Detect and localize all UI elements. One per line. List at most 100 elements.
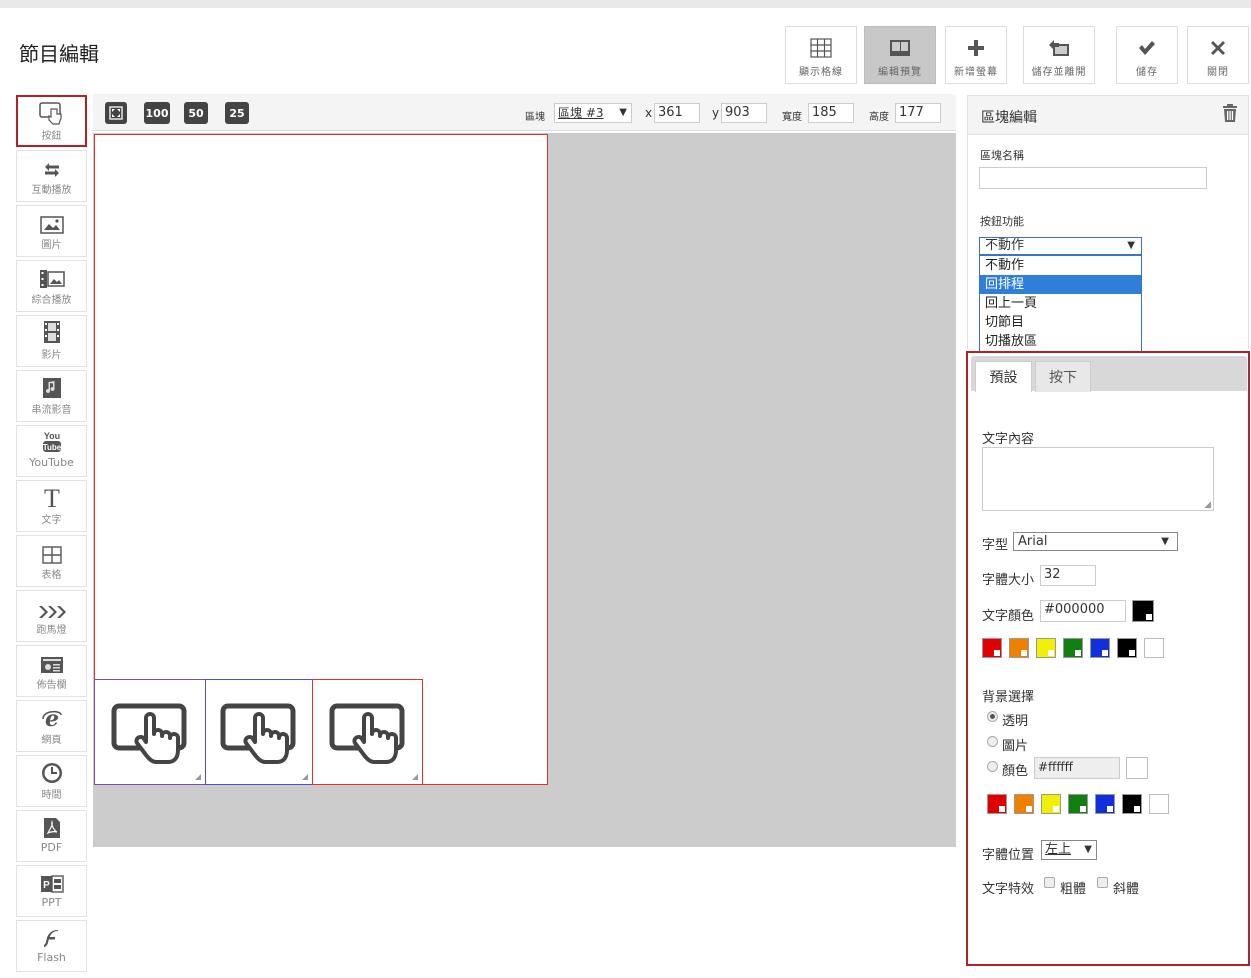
- resize-handle[interactable]: [302, 774, 308, 780]
- y-input[interactable]: 903: [721, 103, 767, 123]
- function-option[interactable]: 不動作: [980, 256, 1141, 275]
- italic-checkbox[interactable]: [1097, 877, 1108, 888]
- bg-swatch-yellow[interactable]: [1041, 794, 1061, 814]
- block-name-input[interactable]: [979, 167, 1207, 189]
- sidebar-item-youtube[interactable]: You Tube YouTube: [16, 425, 87, 477]
- bg-swatch-white[interactable]: [1149, 794, 1169, 814]
- sidebar-item-label: 綜合播放: [31, 295, 72, 306]
- bold-checkbox[interactable]: [1044, 877, 1055, 888]
- button-touch-icon: [111, 703, 187, 764]
- resize-handle[interactable]: [412, 774, 418, 780]
- text-swatch-orange[interactable]: [1009, 638, 1029, 658]
- chevron-down-icon: ▼: [1084, 844, 1092, 855]
- bg-image-radio[interactable]: [987, 736, 998, 747]
- bg-transparent-label: 透明: [1002, 714, 1029, 729]
- text-swatch-yellow[interactable]: [1036, 638, 1056, 658]
- height-input[interactable]: 177: [895, 103, 941, 123]
- close-button[interactable]: 關閉: [1187, 26, 1249, 84]
- block-select[interactable]: 區塊 #3 ▼: [554, 103, 632, 123]
- svg-text:You: You: [43, 431, 59, 441]
- text-position-value: 左上: [1045, 842, 1072, 857]
- sidebar-item-time[interactable]: 時間: [16, 755, 87, 807]
- block-edit-title: 區塊編輯: [981, 110, 1037, 126]
- text-content-textarea[interactable]: ◢: [982, 447, 1214, 511]
- canvas-block-2[interactable]: [205, 679, 313, 785]
- sidebar-item-bulletin[interactable]: 佈告欄: [16, 645, 87, 697]
- sidebar-item-mixed[interactable]: 綜合播放: [16, 260, 87, 312]
- sidebar-item-table[interactable]: 表格: [16, 535, 87, 587]
- plus-icon: [946, 33, 1006, 63]
- button-touch-icon: [220, 703, 296, 764]
- text-position-select[interactable]: 左上 ▼: [1041, 840, 1097, 860]
- button-function-label: 按鈕功能: [980, 215, 1024, 228]
- function-option[interactable]: 回上一頁: [980, 294, 1141, 313]
- close-icon: [1188, 33, 1248, 63]
- button-function-select[interactable]: 不動作 ▼: [979, 237, 1142, 255]
- text-swatch-green[interactable]: [1063, 638, 1083, 658]
- function-option[interactable]: 切播放區: [980, 332, 1141, 351]
- resize-grip-icon: ◢: [1204, 500, 1211, 510]
- sidebar-item-button[interactable]: 按鈕: [16, 95, 87, 147]
- text-swatch-white[interactable]: [1144, 638, 1164, 658]
- check-icon: [1117, 33, 1177, 63]
- text-swatch-black[interactable]: [1117, 638, 1137, 658]
- new-screen-button[interactable]: 新增螢幕: [945, 26, 1007, 84]
- sidebar-item-flash[interactable]: Flash: [16, 920, 87, 972]
- text-color-input[interactable]: #000000: [1040, 600, 1126, 622]
- width-input[interactable]: 185: [808, 103, 854, 123]
- text-swatch-blue[interactable]: [1090, 638, 1110, 658]
- sidebar-item-pdf[interactable]: PDF: [16, 810, 87, 862]
- italic-label: 斜體: [1113, 882, 1140, 897]
- clock-icon: [17, 756, 86, 786]
- sidebar-item-label: 佈告欄: [36, 680, 67, 691]
- trash-icon[interactable]: [1222, 104, 1238, 126]
- tab-default[interactable]: 預設: [975, 361, 1032, 392]
- svg-text:P: P: [43, 880, 50, 891]
- bg-swatch-red[interactable]: [987, 794, 1007, 814]
- close-label: 關閉: [1207, 67, 1229, 78]
- save-button[interactable]: 儲存: [1116, 26, 1178, 84]
- font-size-input[interactable]: 32: [1040, 565, 1096, 586]
- bg-transparent-radio[interactable]: [987, 711, 998, 722]
- bg-swatch-blue[interactable]: [1095, 794, 1115, 814]
- svg-text:Tube: Tube: [42, 443, 61, 452]
- button-touch-icon: [329, 703, 404, 764]
- sidebar-item-text[interactable]: T 文字: [16, 480, 87, 532]
- bg-swatch-black[interactable]: [1122, 794, 1142, 814]
- sidebar-item-web[interactable]: e 網頁: [16, 700, 87, 752]
- font-select[interactable]: Arial ▼: [1013, 532, 1178, 551]
- sidebar-item-ppt[interactable]: P PPT: [16, 865, 87, 917]
- width-label: 寬度: [782, 112, 802, 123]
- bg-color-radio[interactable]: [987, 761, 998, 772]
- edit-preview-button[interactable]: 編輯預覽: [864, 26, 936, 84]
- font-select-value: Arial: [1018, 534, 1048, 549]
- function-option-highlighted[interactable]: 回排程: [980, 275, 1141, 294]
- canvas-block-1[interactable]: [94, 679, 206, 785]
- zoom-25-button[interactable]: 25: [225, 102, 249, 124]
- zoom-100-button[interactable]: 100: [144, 102, 170, 124]
- bg-swatch-orange[interactable]: [1014, 794, 1034, 814]
- ie-icon: e: [17, 701, 86, 731]
- x-input[interactable]: 361: [654, 103, 700, 123]
- save-and-leave-button[interactable]: 儲存並離開: [1023, 26, 1095, 84]
- font-size-label: 字體大小: [982, 573, 1035, 588]
- canvas-block-3[interactable]: [312, 679, 423, 785]
- zoom-fit-button[interactable]: [105, 102, 127, 124]
- bg-color-picker[interactable]: [1126, 757, 1148, 779]
- text-swatch-red[interactable]: [982, 638, 1002, 658]
- zoom-50-button[interactable]: 50: [184, 102, 208, 124]
- sidebar-item-interactive[interactable]: 互動播放: [16, 150, 87, 202]
- sidebar-item-streaming[interactable]: 串流影音: [16, 370, 87, 422]
- function-option[interactable]: 切節目: [980, 313, 1141, 332]
- bg-swatch-green[interactable]: [1068, 794, 1088, 814]
- tab-pressed[interactable]: 按下: [1035, 361, 1091, 392]
- text-color-picker[interactable]: [1132, 600, 1154, 622]
- sidebar-item-marquee[interactable]: 跑馬燈: [16, 590, 87, 642]
- resize-handle[interactable]: [195, 774, 201, 780]
- sidebar-item-label: 圖片: [41, 240, 62, 251]
- show-grid-button[interactable]: 顯示格線: [785, 26, 857, 84]
- sidebar-item-image[interactable]: 圖片: [16, 205, 87, 257]
- bg-color-input[interactable]: #ffffff: [1034, 757, 1120, 779]
- sidebar-item-video[interactable]: 影片: [16, 315, 87, 367]
- sidebar-item-label: YouTube: [29, 456, 74, 469]
